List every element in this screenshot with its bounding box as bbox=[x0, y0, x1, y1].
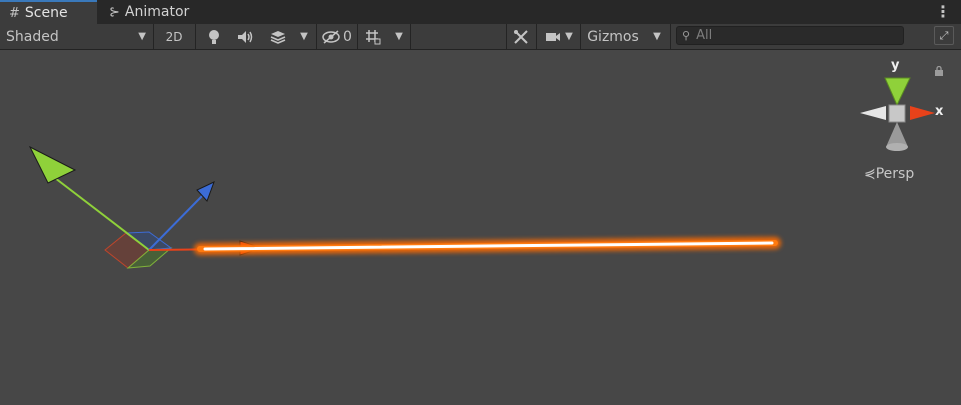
hidden-eye-icon bbox=[322, 29, 340, 44]
scene-canvas[interactable] bbox=[0, 50, 961, 405]
gizmo-center-cube[interactable] bbox=[888, 104, 906, 123]
gizmos-button[interactable]: Gizmos bbox=[583, 24, 643, 49]
projection-label: Persp bbox=[875, 166, 915, 182]
layers-icon bbox=[270, 30, 286, 44]
scene-toolbar: Shaded ▼ 2D ▼ 0 ▼ ▼ Gizmos ▼ ⚲ All ⤢ bbox=[0, 24, 961, 50]
2d-mode-label: 2D bbox=[165, 29, 183, 44]
chevron-down-icon: ▼ bbox=[300, 31, 308, 42]
grid-toggle[interactable] bbox=[361, 24, 385, 49]
scene-viewport[interactable]: y x bbox=[0, 50, 961, 405]
speaker-icon bbox=[238, 30, 253, 43]
tab-animator[interactable]: ⊱ Animator bbox=[109, 0, 189, 24]
laser-beam[interactable] bbox=[194, 237, 781, 255]
grid-icon: # bbox=[9, 5, 20, 21]
chevron-down-icon: ▼ bbox=[653, 31, 661, 42]
lock-icon[interactable] bbox=[934, 65, 944, 79]
more-options-icon[interactable]: ⋮ bbox=[935, 2, 951, 21]
chevron-down-icon: ▼ bbox=[565, 31, 573, 42]
gizmo-x-cone[interactable] bbox=[910, 106, 935, 120]
tab-scene-label: Scene bbox=[24, 5, 68, 21]
grid-dropdown[interactable]: ▼ bbox=[389, 24, 409, 49]
lighting-toggle[interactable] bbox=[200, 24, 228, 49]
camera-icon bbox=[546, 32, 561, 41]
gizmos-dropdown[interactable]: ▼ bbox=[646, 24, 668, 49]
camera-settings-button[interactable]: ▼ bbox=[540, 24, 578, 49]
effects-toggle[interactable] bbox=[264, 24, 292, 49]
grid-snap-icon bbox=[366, 29, 381, 44]
2d-mode-toggle[interactable]: 2D bbox=[158, 24, 190, 49]
gizmo-y-label: y bbox=[891, 58, 900, 73]
search-field[interactable]: ⚲ All bbox=[676, 26, 904, 45]
y-axis-arrowhead[interactable] bbox=[28, 145, 77, 184]
effects-dropdown[interactable]: ▼ bbox=[294, 24, 314, 49]
y-axis-handle[interactable] bbox=[54, 177, 150, 251]
animator-icon: ⊱ bbox=[109, 4, 120, 20]
search-placeholder: All bbox=[696, 28, 713, 43]
audio-toggle[interactable] bbox=[232, 24, 260, 49]
maximize-icon: ⤢ bbox=[939, 28, 949, 42]
search-icon: ⚲ bbox=[682, 29, 691, 42]
projection-toggle[interactable]: ⋞Persp bbox=[864, 166, 914, 182]
z-axis-handle[interactable] bbox=[148, 194, 204, 251]
chevron-down-icon: ▼ bbox=[395, 31, 403, 42]
tab-scene[interactable]: # Scene bbox=[0, 0, 97, 24]
chevron-down-icon: ▼ bbox=[138, 31, 146, 42]
hidden-count: 0 bbox=[343, 28, 352, 45]
shading-mode-dropdown[interactable]: Shaded ▼ bbox=[0, 24, 152, 49]
lightbulb-icon bbox=[209, 29, 219, 44]
tab-animator-label: Animator bbox=[124, 4, 190, 20]
gizmo-neg-x-cone[interactable] bbox=[860, 106, 886, 120]
gizmos-label: Gizmos bbox=[587, 28, 639, 45]
shading-mode-label: Shaded bbox=[6, 28, 59, 45]
tools-button[interactable] bbox=[508, 24, 534, 49]
orientation-gizmo[interactable] bbox=[860, 77, 935, 151]
gizmo-x-label: x bbox=[935, 104, 944, 119]
tab-bar: # Scene ⊱ Animator ⋮ bbox=[0, 0, 961, 24]
perspective-icon: ⋞ bbox=[864, 166, 876, 182]
tools-icon bbox=[514, 29, 528, 44]
maximize-button[interactable]: ⤢ bbox=[934, 26, 954, 45]
gizmo-y-cone[interactable] bbox=[884, 77, 911, 107]
scene-visibility-toggle[interactable]: 0 bbox=[320, 24, 354, 49]
